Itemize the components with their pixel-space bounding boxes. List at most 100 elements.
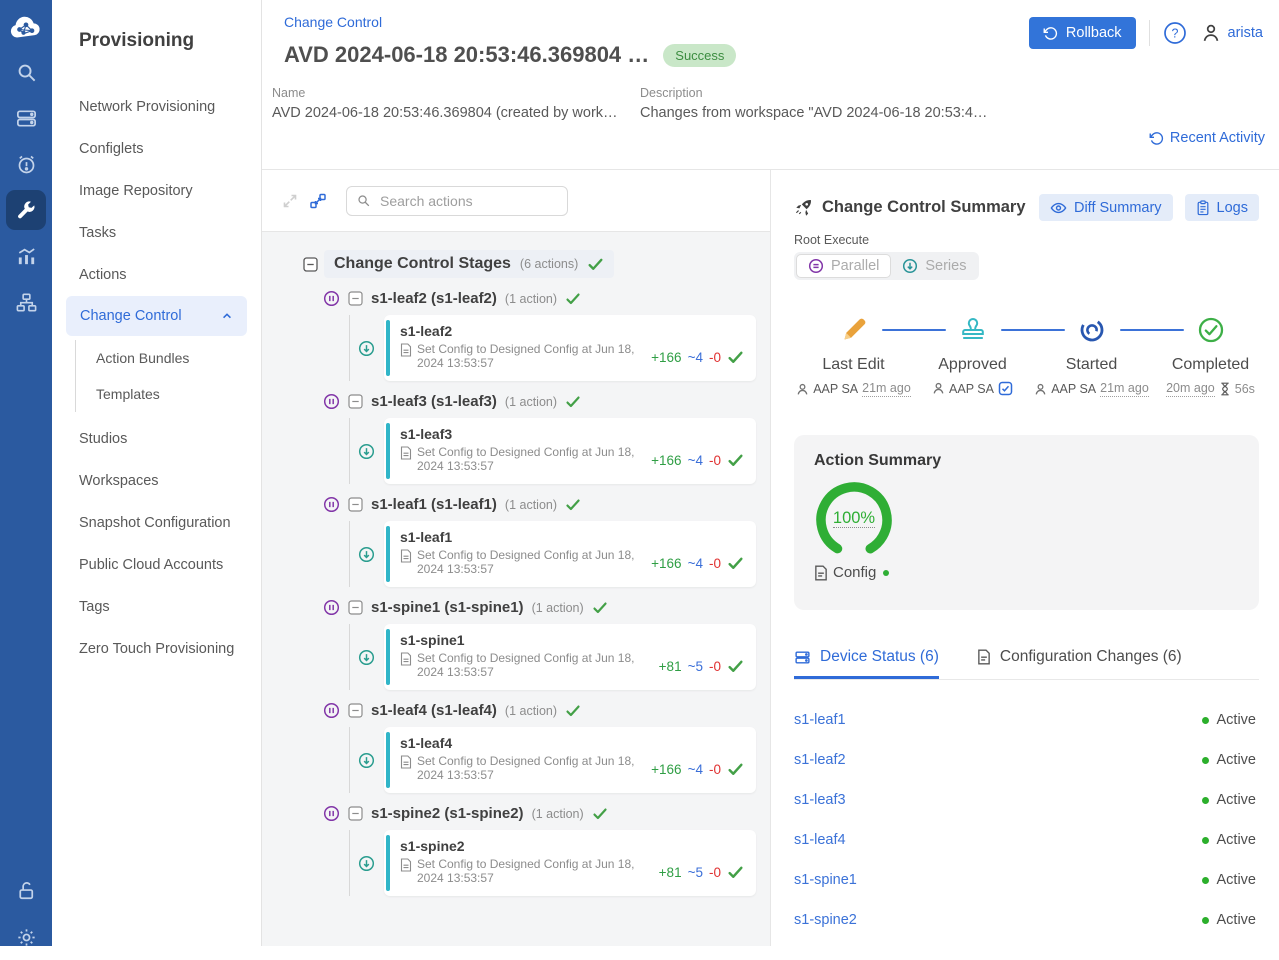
pause-circle-icon[interactable] — [323, 702, 340, 719]
stage-block: s1-leaf4 (s1-leaf4) (1 action) s1-leaf4 — [323, 702, 756, 793]
dashboards-icon[interactable] — [3, 233, 49, 279]
collapse-box-icon[interactable] — [348, 806, 363, 821]
status-badge: Success — [663, 44, 736, 67]
search-actions-input[interactable] — [378, 192, 563, 210]
sidebar-item-change-control[interactable]: Change Control — [66, 296, 247, 336]
topology-icon[interactable] — [3, 279, 49, 325]
sidebar-item-actions[interactable]: Actions — [79, 254, 261, 296]
action-card[interactable]: s1-leaf4 Set Config to Designed Config a… — [384, 727, 756, 793]
root-stage-pill[interactable]: Change Control Stages (6 actions) — [324, 250, 614, 278]
settings-gear-icon[interactable] — [3, 914, 49, 960]
check-icon — [565, 497, 581, 513]
search-icon[interactable] — [3, 49, 49, 95]
collapse-box-icon[interactable] — [348, 703, 363, 718]
check-icon — [565, 703, 581, 719]
sidebar-item-workspaces[interactable]: Workspaces — [79, 460, 261, 502]
collapse-box-icon[interactable] — [348, 291, 363, 306]
pause-circle-icon[interactable] — [323, 496, 340, 513]
stage-body: s1-leaf3 Set Config to Designed Config a… — [349, 418, 756, 484]
sidebar-item-zero-touch-provisioning[interactable]: Zero Touch Provisioning — [79, 628, 261, 670]
sidebar-item-studios[interactable]: Studios — [79, 418, 261, 460]
device-link[interactable]: s1-leaf4 — [794, 832, 846, 848]
pause-circle-icon[interactable] — [323, 290, 340, 307]
server-icon — [794, 649, 811, 666]
action-card[interactable]: s1-leaf1 Set Config to Designed Config a… — [384, 521, 756, 587]
sidebar-item-tasks[interactable]: Tasks — [79, 212, 261, 254]
events-icon[interactable] — [3, 141, 49, 187]
pause-circle-icon[interactable] — [323, 393, 340, 410]
sidebar-item-action-bundles[interactable]: Action Bundles — [96, 340, 261, 376]
check-icon — [592, 600, 608, 616]
recent-activity-link[interactable]: Recent Activity — [1149, 130, 1265, 146]
collapse-box-icon[interactable] — [303, 257, 318, 272]
stage-header[interactable]: s1-leaf2 (s1-leaf2) (1 action) — [323, 290, 756, 307]
stage-header[interactable]: s1-spine2 (s1-spine2) (1 action) — [323, 805, 756, 822]
action-card[interactable]: s1-leaf3 Set Config to Designed Config a… — [384, 418, 756, 484]
collapse-box-icon[interactable] — [348, 394, 363, 409]
document-icon — [400, 343, 412, 357]
logs-button[interactable]: Logs — [1185, 194, 1259, 221]
document-icon — [400, 755, 412, 769]
action-card[interactable]: s1-spine1 Set Config to Designed Config … — [384, 624, 756, 690]
device-link[interactable]: s1-leaf2 — [794, 752, 846, 768]
check-icon — [565, 291, 581, 307]
description-label: Description — [640, 86, 1279, 100]
device-status: Active — [1202, 752, 1259, 768]
sidebar-item-templates[interactable]: Templates — [96, 376, 261, 412]
expand-view-button[interactable] — [282, 193, 298, 209]
sidebar-item-tags[interactable]: Tags — [79, 586, 261, 628]
name-label: Name — [272, 86, 640, 100]
tab-device-status[interactable]: Device Status (6) — [794, 648, 939, 679]
devices-icon[interactable] — [3, 95, 49, 141]
stage-header[interactable]: s1-leaf4 (s1-leaf4) (1 action) — [323, 702, 756, 719]
change-control-tree: Change Control Stages (6 actions) s1-lea… — [262, 232, 770, 946]
approved-check-icon[interactable] — [998, 381, 1013, 396]
icon-rail — [0, 0, 52, 946]
diff-summary-button[interactable]: Diff Summary — [1039, 194, 1173, 221]
sidebar-item-public-cloud-accounts[interactable]: Public Cloud Accounts — [79, 544, 261, 586]
collapse-box-icon[interactable] — [348, 497, 363, 512]
tab-configuration-changes[interactable]: Configuration Changes (6) — [977, 648, 1182, 679]
stage-header[interactable]: s1-leaf1 (s1-leaf1) (1 action) — [323, 496, 756, 513]
action-card[interactable]: s1-spine2 Set Config to Designed Config … — [384, 830, 756, 896]
action-description: Set Config to Designed Config at Jun 18,… — [417, 754, 649, 782]
magnifier-icon — [356, 193, 371, 208]
breadcrumb[interactable]: Change Control — [284, 14, 736, 30]
circle-arrow-down-icon — [358, 443, 375, 460]
help-icon[interactable]: ? — [1163, 21, 1187, 45]
progress-percent: 100% — [833, 509, 875, 528]
device-link[interactable]: s1-spine2 — [794, 912, 857, 928]
expand-all-button[interactable] — [309, 192, 327, 210]
last-edit-time: 21m ago — [862, 381, 911, 397]
collapse-box-icon[interactable] — [348, 600, 363, 615]
stage-name: s1-leaf2 (s1-leaf2) — [371, 290, 497, 307]
series-option[interactable]: Series — [891, 254, 977, 278]
sidebar-item-network-provisioning[interactable]: Network Provisioning — [79, 86, 261, 128]
action-card[interactable]: s1-leaf2 Set Config to Designed Config a… — [384, 315, 756, 381]
rollback-button[interactable]: Rollback — [1029, 17, 1136, 49]
stage-header[interactable]: s1-leaf3 (s1-leaf3) (1 action) — [323, 393, 756, 410]
active-status-dot — [1202, 717, 1209, 724]
provisioning-icon[interactable] — [6, 190, 46, 230]
device-link[interactable]: s1-leaf3 — [794, 792, 846, 808]
unlock-icon[interactable] — [3, 868, 49, 914]
stages-toolbar — [262, 170, 770, 232]
sidebar-item-snapshot-configuration[interactable]: Snapshot Configuration — [79, 502, 261, 544]
parallel-option[interactable]: Parallel — [796, 254, 891, 278]
device-link[interactable]: s1-spine1 — [794, 872, 857, 888]
pause-circle-icon[interactable] — [323, 805, 340, 822]
pause-circle-icon[interactable] — [323, 599, 340, 616]
action-summary-title: Action Summary — [814, 452, 1239, 470]
sidebar-item-configlets[interactable]: Configlets — [79, 128, 261, 170]
clipboard-icon — [1196, 200, 1210, 216]
device-link[interactable]: s1-leaf1 — [794, 712, 846, 728]
diff-modified: ~4 — [688, 762, 703, 777]
expand-arrows-icon — [282, 193, 298, 209]
app-window: Provisioning Network Provisioning Config… — [0, 0, 1279, 946]
stage-action-count: (1 action) — [505, 704, 557, 718]
stage-header[interactable]: s1-spine1 (s1-spine1) (1 action) — [323, 599, 756, 616]
device-status: Active — [1202, 872, 1259, 888]
user-menu[interactable]: arista — [1200, 22, 1263, 44]
sidebar-item-image-repository[interactable]: Image Repository — [79, 170, 261, 212]
cloudvision-logo[interactable] — [8, 16, 44, 41]
